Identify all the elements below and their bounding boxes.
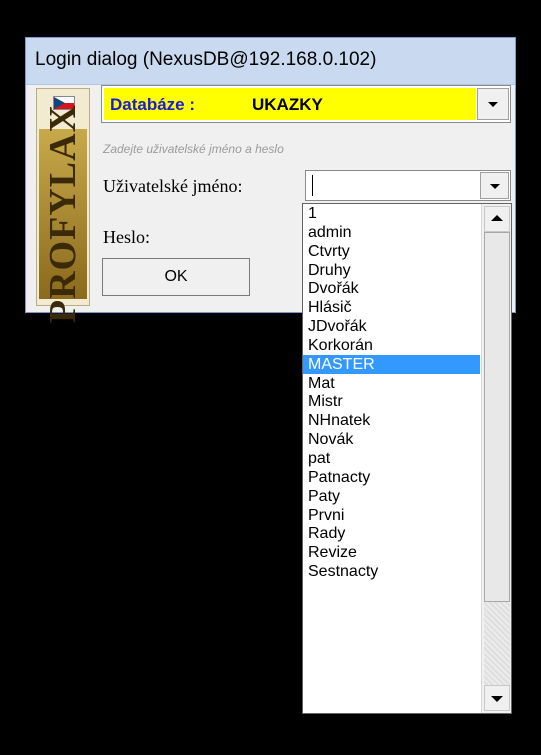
database-label: Databáze : xyxy=(110,95,196,114)
dropdown-item[interactable]: MASTER xyxy=(303,354,480,374)
username-dropdown-button[interactable] xyxy=(480,172,509,199)
database-dropdown-button[interactable] xyxy=(477,88,509,120)
dropdown-item[interactable]: admin xyxy=(303,223,480,242)
dropdown-item[interactable]: JDvořák xyxy=(303,317,480,336)
dropdown-item[interactable]: Revize xyxy=(303,543,480,562)
dropdown-item[interactable]: Rady xyxy=(303,524,480,543)
dropdown-item[interactable]: Ctvrty xyxy=(303,242,480,261)
scrollbar-track[interactable] xyxy=(484,602,510,686)
chevron-down-icon xyxy=(488,102,498,107)
database-field[interactable]: Databáze : UKAZKY xyxy=(104,88,476,120)
dropdown-items: 1 admin Ctvrty Druhy Dvořák Hlásič JDvořák Kork… xyxy=(303,204,480,581)
dropdown-item[interactable]: Novák xyxy=(303,430,480,449)
logo-wordmark: PROFYLAX xyxy=(39,104,87,324)
database-select[interactable]: Databáze : UKAZKY xyxy=(101,85,511,123)
dropdown-item[interactable]: Hlásič xyxy=(303,298,480,317)
ok-button[interactable]: OK xyxy=(102,258,250,296)
dropdown-item[interactable]: Patnacty xyxy=(303,468,480,487)
text-caret xyxy=(312,175,313,196)
dropdown-item[interactable]: pat xyxy=(303,449,480,468)
username-label: Uživatelské jméno: xyxy=(103,176,243,196)
dropdown-item[interactable]: 1 xyxy=(303,204,480,223)
scrollbar-thumb[interactable] xyxy=(484,232,510,602)
username-dropdown-list[interactable]: 1 admin Ctvrty Druhy Dvořák Hlásič JDvořák Kork… xyxy=(302,203,512,714)
dropdown-item[interactable]: Dvořák xyxy=(303,279,480,298)
logo-text: PROFYLAX xyxy=(42,104,84,324)
title-bar[interactable]: Login dialog (NexusDB@192.168.0.102) xyxy=(26,38,515,85)
password-label: Heslo: xyxy=(103,227,150,247)
dropdown-item[interactable]: Korkorán xyxy=(303,336,480,355)
dropdown-item[interactable]: Prvni xyxy=(303,506,480,525)
dropdown-item[interactable]: Sestnacty xyxy=(303,562,480,581)
chevron-down-icon xyxy=(489,183,500,189)
dropdown-item[interactable]: Mistr xyxy=(303,392,480,411)
profylax-logo: PROFYLAX xyxy=(36,88,90,324)
arrow-up-icon xyxy=(491,215,503,221)
login-hint: Zadejte uživatelské jméno a heslo xyxy=(103,142,284,156)
scroll-up-button[interactable] xyxy=(484,206,510,232)
window-title: Login dialog (NexusDB@192.168.0.102) xyxy=(35,49,377,70)
dropdown-item[interactable]: Druhy xyxy=(303,261,480,280)
scrollbar[interactable] xyxy=(481,204,511,713)
dropdown-item[interactable]: Mat xyxy=(303,374,480,393)
scroll-down-button[interactable] xyxy=(484,685,510,711)
arrow-down-icon xyxy=(491,696,503,702)
dropdown-item[interactable]: Paty xyxy=(303,487,480,506)
username-combobox[interactable] xyxy=(305,170,511,201)
database-value: UKAZKY xyxy=(252,95,323,114)
dropdown-item[interactable]: NHnatek xyxy=(303,411,480,430)
